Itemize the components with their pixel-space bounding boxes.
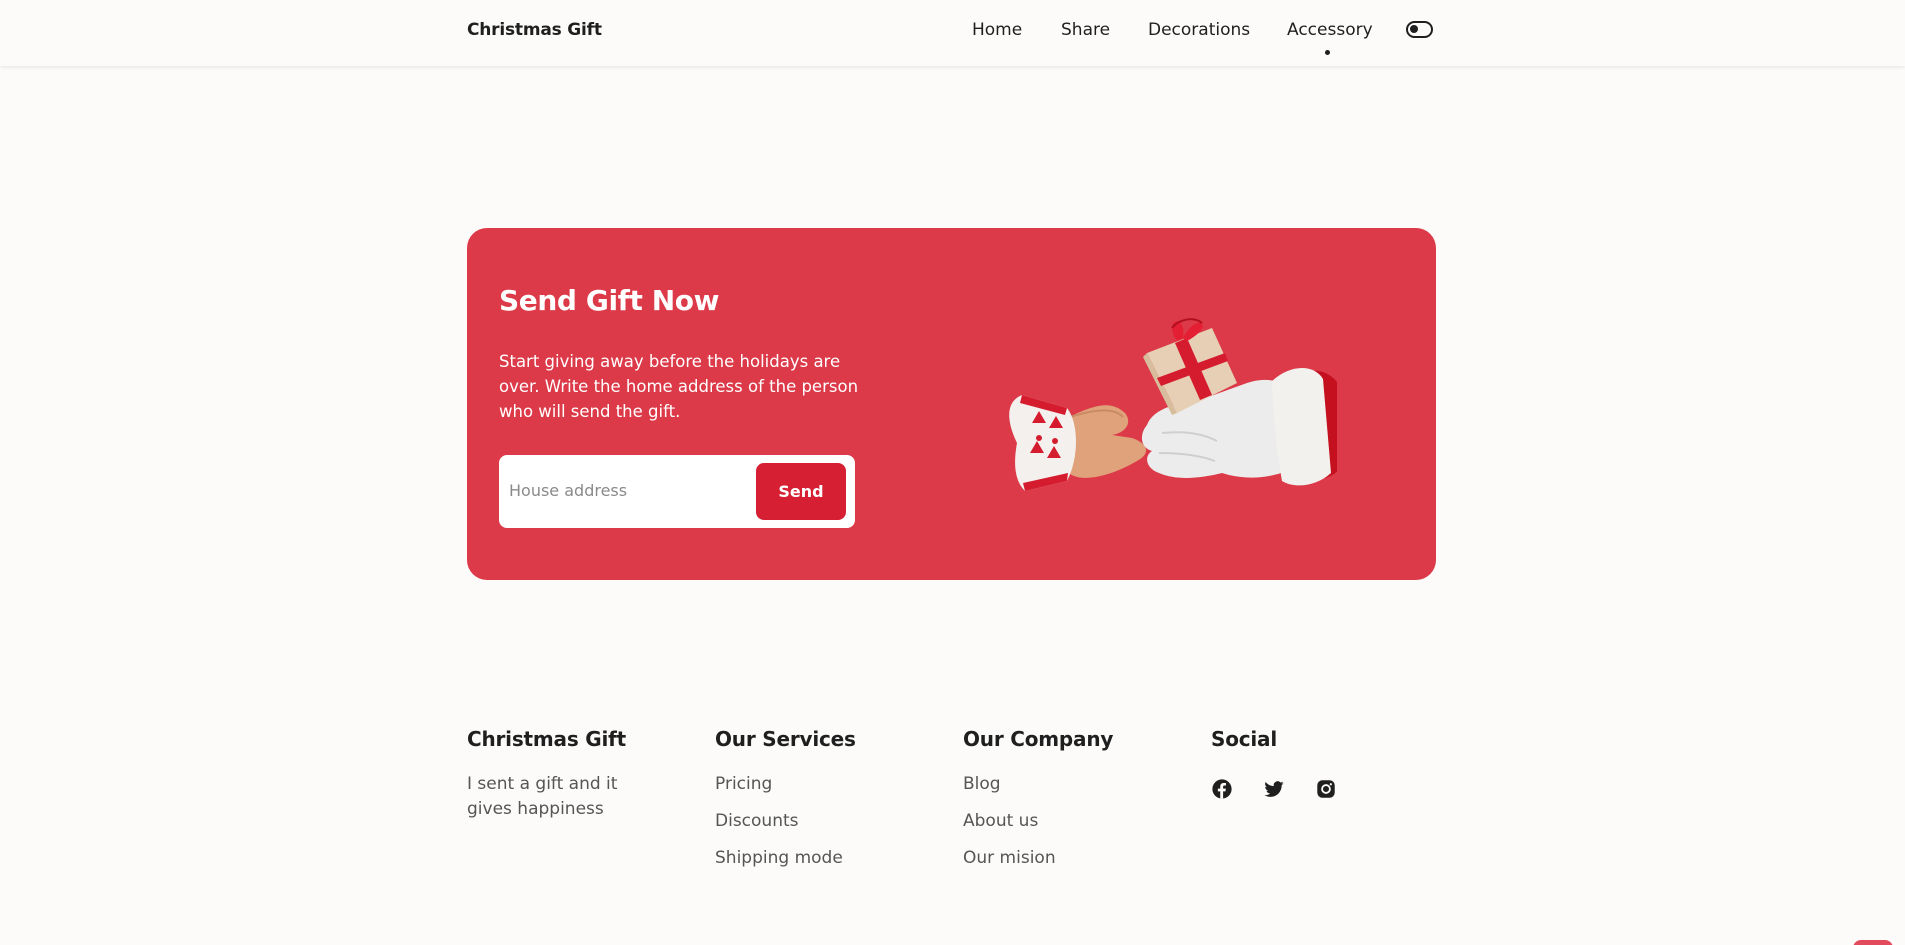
footer-link-blog[interactable]: Blog bbox=[963, 772, 1113, 809]
nav-decorations[interactable]: Decorations bbox=[1148, 20, 1250, 40]
social-icons bbox=[1211, 778, 1337, 800]
house-address-input[interactable] bbox=[509, 475, 739, 505]
banner-title: Send Gift Now bbox=[499, 284, 720, 317]
theme-toggle-icon[interactable] bbox=[1406, 21, 1433, 38]
toggle-knob bbox=[1410, 25, 1418, 33]
footer-link-our-mision[interactable]: Our mision bbox=[963, 846, 1113, 883]
footer-brand-description: I sent a gift and it gives happiness bbox=[467, 774, 618, 819]
nav-share[interactable]: Share bbox=[1061, 20, 1110, 40]
scroll-up-button[interactable] bbox=[1853, 940, 1893, 945]
footer-link-shipping-mode[interactable]: Shipping mode bbox=[715, 846, 856, 883]
footer-company-title: Our Company bbox=[963, 727, 1114, 751]
site-header: Christmas Gift Home Share Decorations Ac… bbox=[0, 0, 1905, 66]
instagram-icon[interactable] bbox=[1315, 778, 1337, 800]
nav-home[interactable]: Home bbox=[972, 20, 1022, 40]
footer-link-about-us[interactable]: About us bbox=[963, 809, 1113, 846]
main-nav: Home Share Decorations Accessory bbox=[0, 20, 1905, 50]
footer-social: Social bbox=[1211, 727, 1337, 800]
send-button[interactable]: Send bbox=[756, 463, 846, 520]
left-hand-icon bbox=[1009, 395, 1147, 491]
footer-services: Our Services Pricing Discounts Shipping … bbox=[715, 727, 856, 883]
address-form: Send bbox=[499, 455, 855, 528]
footer-services-title: Our Services bbox=[715, 727, 856, 751]
footer-brand-title: Christmas Gift bbox=[467, 727, 627, 751]
footer-link-discounts[interactable]: Discounts bbox=[715, 809, 856, 846]
footer-link-pricing[interactable]: Pricing bbox=[715, 772, 856, 809]
active-nav-indicator bbox=[1325, 50, 1330, 55]
footer-services-links: Pricing Discounts Shipping mode bbox=[715, 772, 856, 883]
footer-social-title: Social bbox=[1211, 727, 1278, 751]
footer-company: Our Company Blog About us Our mision bbox=[963, 727, 1113, 883]
twitter-icon[interactable] bbox=[1263, 778, 1285, 800]
footer-company-links: Blog About us Our mision bbox=[963, 772, 1113, 883]
nav-accessory[interactable]: Accessory bbox=[1287, 20, 1373, 40]
send-gift-banner: Send Gift Now Start giving away before t… bbox=[467, 228, 1436, 580]
gift-hands-illustration bbox=[1009, 318, 1337, 491]
footer-brand: Christmas Gift I sent a gift and it give… bbox=[467, 727, 687, 822]
facebook-icon[interactable] bbox=[1211, 778, 1233, 800]
banner-description: Start giving away before the holidays ar… bbox=[499, 352, 859, 421]
